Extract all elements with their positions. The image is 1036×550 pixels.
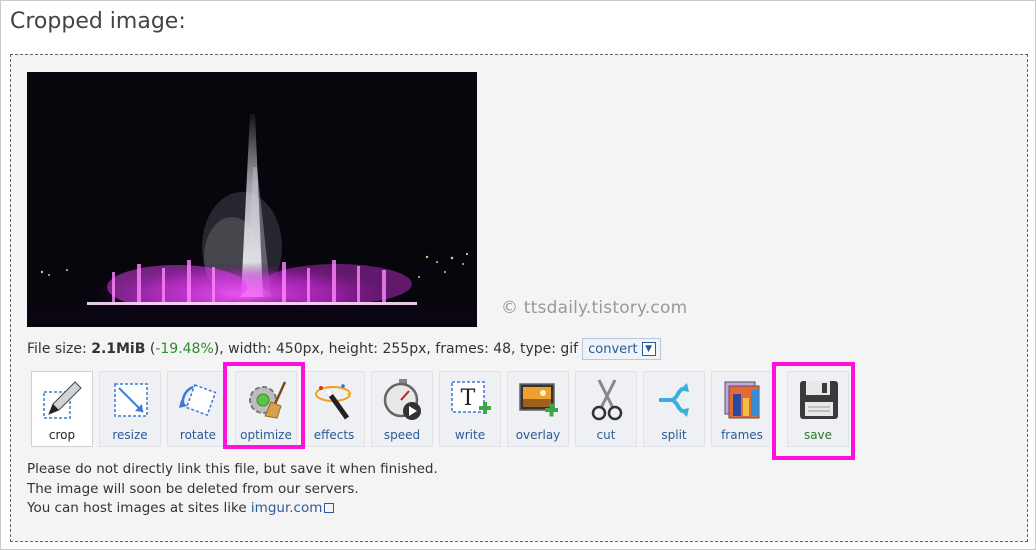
note-line: The image will soon be deleted from our … [27, 480, 359, 497]
highlight-optimize [223, 362, 305, 449]
stopwatch-icon [383, 379, 421, 420]
watermark-text: © ttsdaily.tistory.com [501, 298, 688, 318]
download-arrow-icon: ▼ [641, 342, 656, 356]
page-frame: Cropped image: © ttsdaily.tistory.com Fi… [0, 0, 1036, 550]
tool-label: rotate [179, 428, 217, 442]
file-info-open-paren: ( [145, 341, 156, 357]
resize-icon [114, 383, 148, 417]
magic-wand-icon [315, 384, 351, 420]
tool-label: speed [383, 428, 421, 442]
frames-icon [724, 381, 760, 419]
tool-split-button[interactable]: split [643, 371, 705, 447]
imgur-link[interactable]: imgur.com [250, 500, 335, 516]
text-add-icon: T [451, 381, 491, 414]
split-arrows-icon [659, 383, 689, 417]
tool-write-button[interactable]: T write [439, 371, 501, 447]
tool-label: crop [48, 428, 76, 442]
note-line-hosting: You can host images at sites like imgur.… [27, 499, 438, 519]
image-panel: © ttsdaily.tistory.com File size: 2.1MiB… [10, 54, 1028, 542]
note-prefix: You can host images at sites like [27, 500, 251, 516]
file-size: 2.1MiB [91, 341, 146, 357]
notes: Please do not directly link this file, b… [27, 460, 438, 519]
tool-resize-button[interactable]: resize [99, 371, 161, 447]
tool-label: resize [112, 428, 148, 442]
tool-rotate-button[interactable]: rotate [167, 371, 229, 447]
tool-label: effects [313, 428, 355, 442]
tool-label: write [454, 428, 486, 442]
tool-crop-button[interactable]: crop [31, 371, 93, 447]
page-title: Cropped image: [10, 9, 186, 34]
tool-label: split [661, 428, 687, 442]
convert-label: convert [588, 341, 638, 357]
tool-speed-button[interactable]: speed [371, 371, 433, 447]
imgur-link-label: imgur.com [250, 500, 323, 516]
tool-label: frames [721, 428, 763, 442]
tool-cut-button[interactable]: cut [575, 371, 637, 447]
pen-crop-icon [43, 381, 82, 419]
tool-frames-button[interactable]: frames [711, 371, 773, 447]
tool-effects-button[interactable]: effects [303, 371, 365, 447]
svg-text:T: T [461, 386, 476, 411]
tool-label: overlay [515, 428, 561, 442]
size-change: -19.48% [155, 341, 214, 357]
tool-label: cut [596, 428, 616, 442]
rotate-icon [179, 384, 217, 416]
image-add-icon [519, 383, 558, 417]
file-info-prefix: File size: [27, 341, 92, 357]
tool-overlay-button[interactable]: overlay [507, 371, 569, 447]
file-info: File size: 2.1MiB ( -19.48% ), width: 45… [27, 338, 661, 360]
file-details: ), width: 450px, height: 255px, frames: … [213, 341, 579, 357]
convert-button[interactable]: convert ▼ [582, 338, 661, 360]
highlight-save [772, 362, 855, 460]
scissors-icon [591, 379, 623, 421]
note-line: Please do not directly link this file, b… [27, 461, 438, 477]
external-link-icon [324, 503, 335, 513]
gif-preview [27, 72, 477, 327]
